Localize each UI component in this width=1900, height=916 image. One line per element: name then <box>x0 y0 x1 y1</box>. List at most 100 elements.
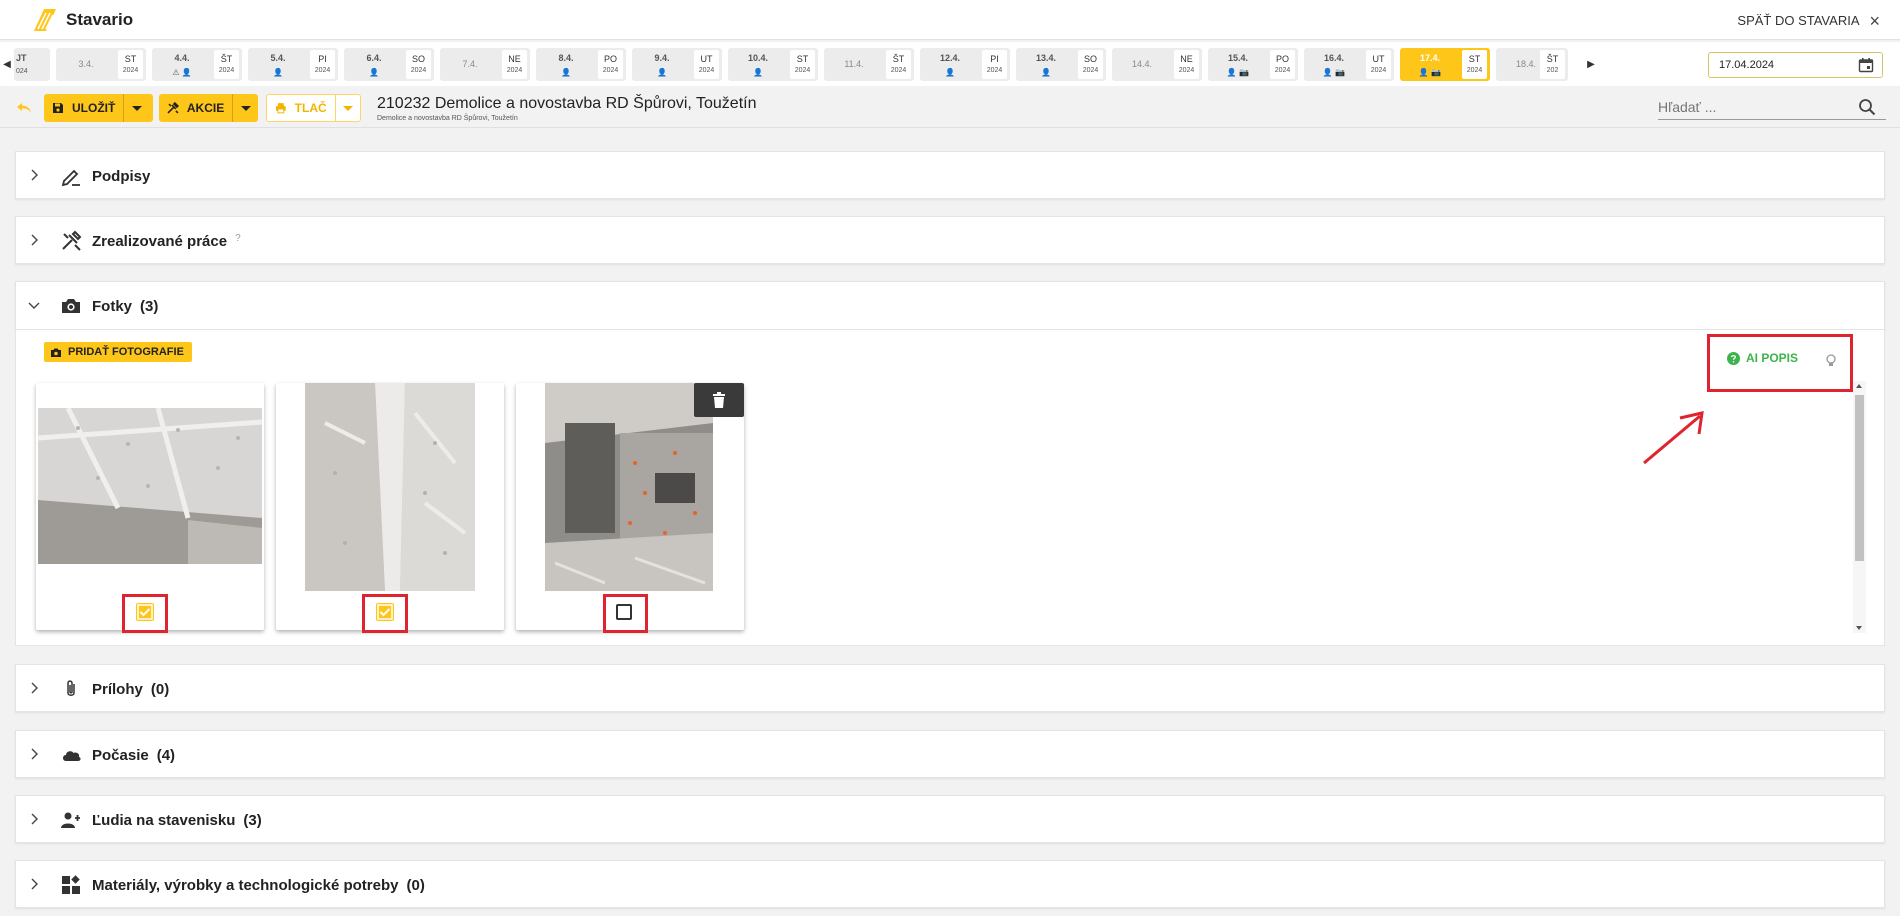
search-icon[interactable] <box>1858 98 1876 116</box>
date-chip-year: 2024 <box>986 66 1003 74</box>
app-name: Stavario <box>66 9 134 29</box>
save-label: ULOŽIŤ <box>72 101 116 115</box>
close-icon[interactable]: × <box>1869 12 1880 30</box>
date-chip[interactable]: 14.4. NE 2024 <box>1112 47 1202 81</box>
date-chip-weekday-box: PI 2024 <box>310 49 335 79</box>
chevron-right-icon <box>31 169 38 181</box>
chevron-right-icon <box>31 878 38 890</box>
section-photos[interactable]: Fotky (3) <box>15 281 1885 330</box>
add-photo-icon <box>51 348 61 357</box>
section-title-text: Ľudia na stavenisku <box>92 812 236 829</box>
photos-scrollbar[interactable] <box>1853 381 1866 633</box>
date-chip-year: 2024 <box>698 66 715 74</box>
date-chip[interactable]: 15.4. 👤 📷 PO 2024 <box>1208 47 1298 81</box>
date-list: JT0240243.4.ST20244.4.⚠ 👤ŠT20245.4.👤PI20… <box>14 47 1584 81</box>
date-chip-day: 11.4. <box>844 58 864 69</box>
annotation-arrow-icon <box>1643 411 1704 465</box>
print-dropdown-chevron-down-icon[interactable] <box>334 95 360 121</box>
section-works[interactable]: Zrealizované práce? <box>15 216 1885 264</box>
date-chip-weekday-box: SO 2024 <box>406 49 431 79</box>
date-chip-day: 6.4. <box>366 52 382 63</box>
tools-icon <box>167 102 179 114</box>
photo-count: (3) <box>140 298 159 315</box>
widgets-icon <box>62 875 80 894</box>
ai-description-button[interactable]: AI POPIS <box>1727 351 1798 365</box>
workers-icon <box>61 812 80 828</box>
section-title: Podpisy <box>92 168 151 185</box>
photo-image[interactable] <box>38 408 262 564</box>
date-chip-year: 2024 <box>1466 66 1483 74</box>
date-chip[interactable]: 8.4. 👤 PO 2024 <box>536 47 626 81</box>
actions-dropdown-chevron-down-icon[interactable] <box>232 94 258 122</box>
section-attachments[interactable]: Prílohy (0) <box>15 664 1885 712</box>
scroll-down-icon[interactable] <box>1856 626 1862 630</box>
date-chip[interactable]: 17.4. 👤 📷 ST 2024 <box>1400 47 1490 81</box>
date-chip[interactable]: 6.4. 👤 SO 2024 <box>344 47 434 81</box>
date-chip-weekday-box: UT 2024 <box>694 49 719 79</box>
date-chip[interactable]: 13.4. 👤 SO 2024 <box>1016 47 1106 81</box>
date-chip-weekday-box: UT 2024 <box>1366 49 1391 79</box>
date-chip[interactable]: 9.4. 👤 UT 2024 <box>632 47 722 81</box>
date-chip-day: 4.4. <box>174 52 190 63</box>
chevron-right-icon <box>31 234 38 246</box>
cloud-icon <box>63 751 81 761</box>
delete-photo-button[interactable] <box>694 383 744 417</box>
photo-card[interactable] <box>276 383 504 630</box>
date-chip-day: 15.4. <box>1227 52 1249 63</box>
date-chip[interactable]: 12.4. 👤 PI 2024 <box>920 47 1010 81</box>
undo-icon[interactable] <box>16 102 32 114</box>
add-photo-button[interactable]: PRIDAŤ FOTOGRAFIE <box>44 342 192 362</box>
app-logo[interactable]: Stavario <box>30 7 133 33</box>
photo-card[interactable] <box>36 383 264 630</box>
photo-image[interactable] <box>545 383 713 591</box>
date-chip-weekday-box: ŠT 202 <box>1540 49 1565 79</box>
section-title-text: Zrealizované práce <box>92 233 228 250</box>
date-prev-arrow-icon[interactable]: ◀ <box>0 59 14 70</box>
date-chip-day: 7.4. <box>462 58 478 69</box>
date-chip[interactable]: 5.4. 👤 PI 2024 <box>248 47 338 81</box>
date-chip-year: 2024 <box>794 66 811 74</box>
save-button[interactable]: ULOŽIŤ <box>44 94 153 122</box>
back-label: SPÄŤ DO STAVARIA <box>1737 13 1860 28</box>
date-chip-icons: 👤 <box>561 67 571 77</box>
project-title: 210232 Demolice a novostavba RD Špůrovi,… <box>377 95 757 112</box>
people-count: (3) <box>243 812 262 829</box>
date-picker-field[interactable]: 17.04.2024 <box>1708 52 1883 78</box>
photo-card[interactable] <box>516 383 744 630</box>
section-title: Prílohy (0) <box>92 681 169 698</box>
date-chip-icons: 👤 <box>369 67 379 77</box>
section-materials[interactable]: Materiály, výrobky a technologické potre… <box>15 860 1885 908</box>
date-picker-value: 17.04.2024 <box>1719 59 1775 71</box>
section-people[interactable]: Ľudia na stavenisku (3) <box>15 795 1885 843</box>
paperclip-icon <box>67 680 75 696</box>
save-dropdown-chevron-down-icon[interactable] <box>123 94 149 122</box>
date-chip-weekday-box: ST 2024 <box>1462 49 1487 79</box>
date-chip[interactable]: 7.4. NE 2024 <box>440 47 530 81</box>
date-chip-weekday-box: ŠT 2024 <box>886 49 911 79</box>
photo-image[interactable] <box>305 383 475 591</box>
back-to-stavario-link[interactable]: SPÄŤ DO STAVARIA × <box>1737 12 1880 30</box>
date-chip[interactable]: 3.4. ST 2024 <box>56 47 146 81</box>
date-chip[interactable]: 11.4. ŠT 2024 <box>824 47 914 81</box>
date-chip[interactable]: 18.4. ŠT 202 <box>1496 47 1568 81</box>
date-chip-weekday: ŠT <box>220 53 233 64</box>
lightbulb-icon[interactable] <box>1825 354 1837 368</box>
scroll-up-icon[interactable] <box>1856 384 1862 388</box>
calendar-icon[interactable] <box>1858 57 1874 73</box>
print-button[interactable]: TLAČ <box>266 94 361 122</box>
help-icon[interactable]: ? <box>235 233 241 244</box>
date-next-arrow-icon[interactable]: ▶ <box>1584 59 1598 70</box>
date-chip-year: 2024 <box>122 66 139 74</box>
search-input[interactable] <box>1658 96 1848 118</box>
date-chip[interactable]: 4.4. ⚠ 👤 ŠT 2024 <box>152 47 242 81</box>
section-title-text: Fotky <box>92 298 133 315</box>
date-chip[interactable]: JT024024 <box>14 47 50 81</box>
actions-button[interactable]: AKCIE <box>159 94 258 122</box>
section-title: Ľudia na stavenisku (3) <box>92 812 262 829</box>
date-chip-icons: 👤 <box>753 67 763 77</box>
date-chip[interactable]: 10.4. 👤 ST 2024 <box>728 47 818 81</box>
section-signatures[interactable]: Podpisy <box>15 151 1885 199</box>
scroll-thumb[interactable] <box>1855 395 1864 561</box>
section-weather[interactable]: Počasie (4) <box>15 730 1885 778</box>
date-chip[interactable]: 16.4. 👤 📷 UT 2024 <box>1304 47 1394 81</box>
